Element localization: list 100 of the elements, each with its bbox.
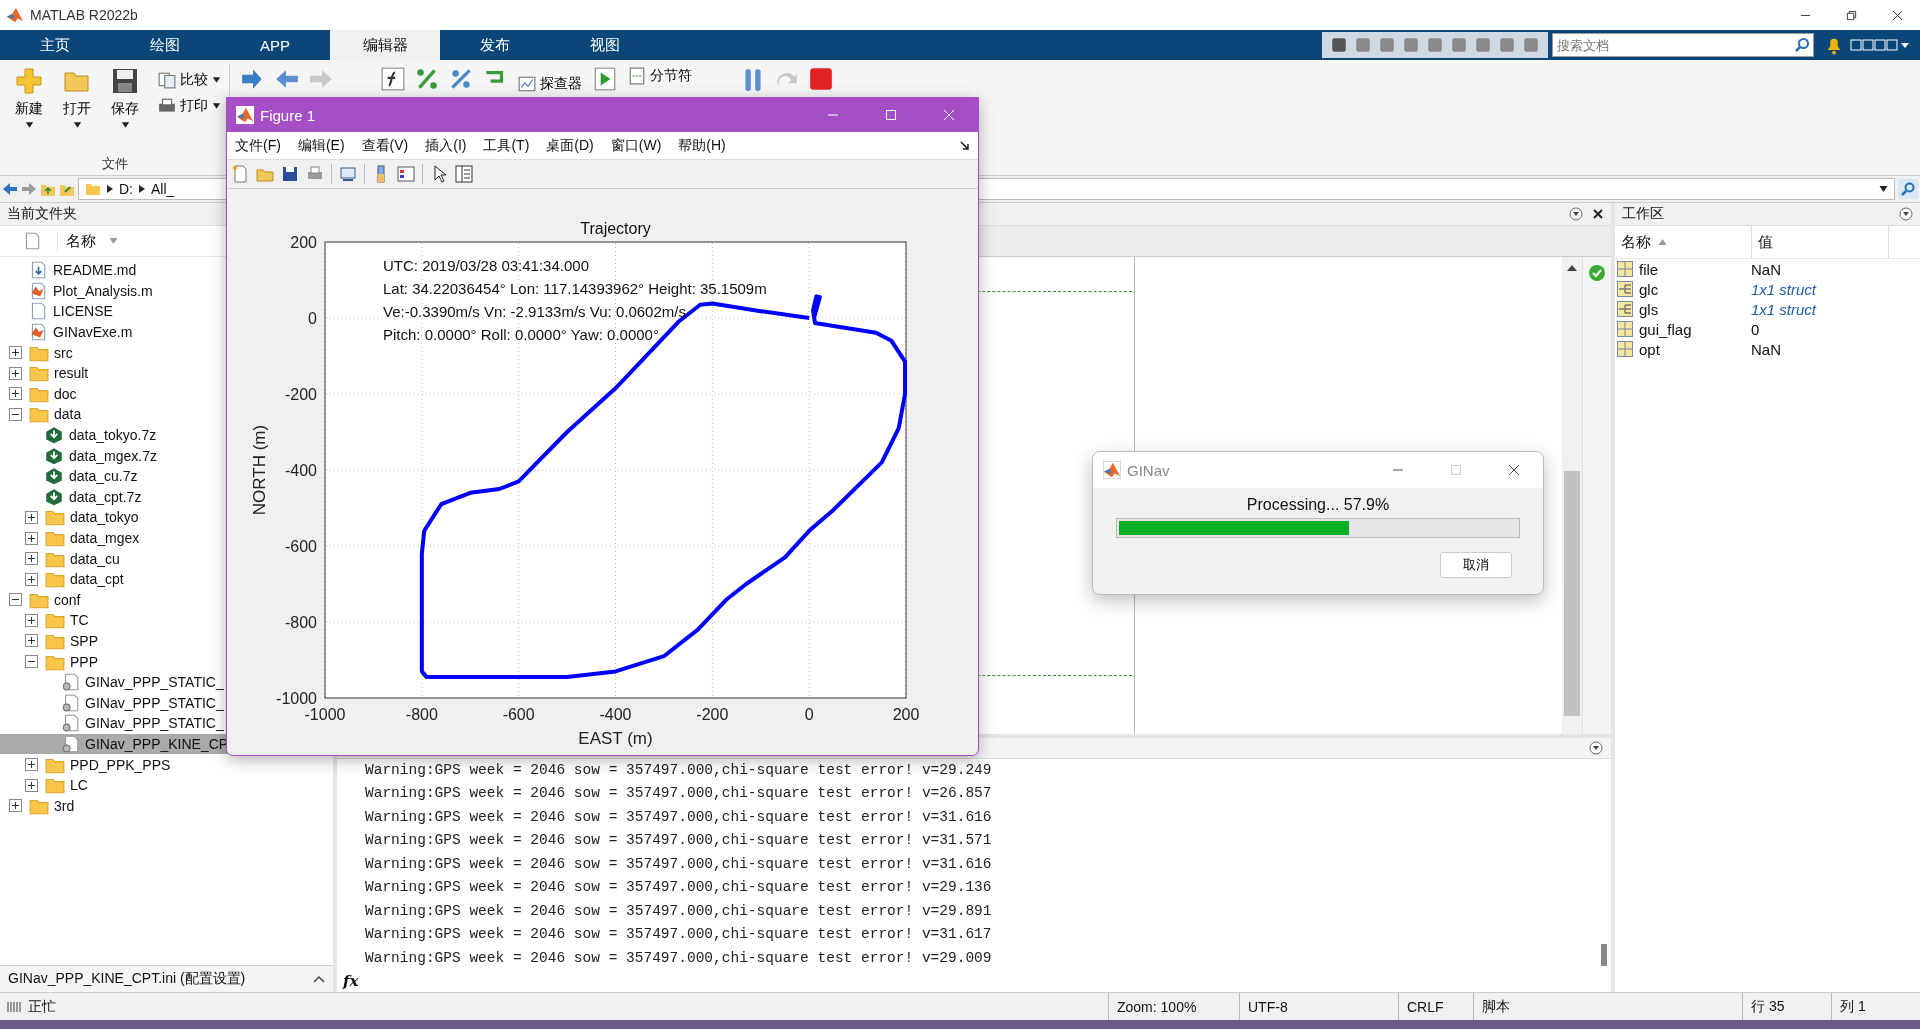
file-row[interactable]: GINav_PPP_STATIC_ xyxy=(0,692,228,714)
scrollbar-thumb[interactable] xyxy=(1564,470,1580,716)
toolbar-icon[interactable] xyxy=(1330,36,1348,54)
file-row[interactable]: src xyxy=(0,342,77,363)
expand-icon[interactable] xyxy=(25,758,38,772)
file-row[interactable]: SPP xyxy=(0,630,102,652)
close-icon[interactable] xyxy=(1891,9,1903,21)
close-icon[interactable] xyxy=(1508,464,1520,476)
profiler-button[interactable]: 探查器 xyxy=(516,74,584,94)
stop-icon[interactable] xyxy=(808,66,834,92)
ribbon-tab[interactable]: 编辑器 xyxy=(330,30,440,60)
search-icon[interactable] xyxy=(1898,179,1918,199)
legend-icon[interactable] xyxy=(397,165,415,183)
panel-menu-icon[interactable] xyxy=(1569,207,1583,221)
expand-icon[interactable] xyxy=(25,634,38,648)
file-row[interactable]: GINav_PPP_STATIC_ xyxy=(0,671,228,693)
menu-item[interactable]: 插入(I) xyxy=(425,136,467,155)
file-row[interactable]: conf xyxy=(0,589,85,611)
file-row[interactable]: PPD_PPK_PPS xyxy=(0,754,175,775)
expand-icon[interactable] xyxy=(25,778,38,792)
sort-icon[interactable] xyxy=(109,238,118,244)
menu-item[interactable]: 桌面(D) xyxy=(546,136,594,155)
dock-icon[interactable] xyxy=(960,140,970,151)
ribbon-tab[interactable]: 主页 xyxy=(0,30,110,60)
expand-icon[interactable] xyxy=(9,346,22,360)
file-row[interactable]: README.md xyxy=(0,260,141,281)
section-break-button[interactable]: 分节符 xyxy=(626,66,694,86)
column-header[interactable]: 名称 xyxy=(1615,226,1752,258)
run-section-icon[interactable] xyxy=(592,66,618,92)
open-button[interactable]: 打开 xyxy=(54,64,100,155)
ribbon-tab[interactable]: 绘图 xyxy=(110,30,220,60)
file-row[interactable]: data xyxy=(0,404,86,425)
variable-row[interactable]: opt NaN xyxy=(1615,339,1920,359)
file-row[interactable]: data_cu.7z xyxy=(0,465,142,487)
save-button[interactable]: 保存 xyxy=(102,64,148,155)
expand-icon[interactable] xyxy=(25,552,38,566)
variable-row[interactable]: gui_flag 0 xyxy=(1615,319,1920,339)
expand-icon[interactable] xyxy=(25,613,38,627)
file-row[interactable]: data_cu xyxy=(0,548,124,569)
expand-icon[interactable] xyxy=(25,510,38,524)
panel-menu-icon[interactable] xyxy=(1899,207,1913,221)
file-row[interactable]: Plot_Analysis.m xyxy=(0,280,157,302)
file-row[interactable]: LC xyxy=(0,774,92,796)
menu-item[interactable]: 文件(F) xyxy=(235,136,281,155)
menu-item[interactable]: 窗口(W) xyxy=(610,136,662,155)
dropdown-icon[interactable] xyxy=(1879,186,1888,192)
menu-item[interactable]: 帮助(H) xyxy=(678,136,726,155)
variable-row[interactable]: gls 1x1 struct xyxy=(1615,299,1920,319)
link-plot-icon[interactable] xyxy=(339,165,357,183)
maximize-icon[interactable] xyxy=(885,109,897,121)
panel-menu-icon[interactable] xyxy=(1589,740,1603,755)
column-header[interactable]: 名称 xyxy=(57,231,96,251)
scroll-up-icon[interactable] xyxy=(1567,265,1577,271)
variable-row[interactable]: glc 1x1 struct xyxy=(1615,279,1920,299)
cancel-button[interactable]: 取消 xyxy=(1440,552,1512,578)
path-segment[interactable]: D: xyxy=(119,181,133,197)
file-row[interactable]: data_mgex.7z xyxy=(0,445,161,466)
percent-icon[interactable] xyxy=(414,66,440,92)
restore-icon[interactable] xyxy=(1845,9,1857,21)
scrollbar-thumb[interactable] xyxy=(1601,944,1607,966)
expand-icon[interactable] xyxy=(9,387,22,401)
file-row[interactable]: TC xyxy=(0,610,93,631)
file-row[interactable]: data_tokyo.7z xyxy=(0,424,161,446)
new-button[interactable]: 新建 xyxy=(6,64,52,155)
search-field[interactable]: 搜索文档 xyxy=(1552,33,1814,57)
column-header[interactable]: 值 xyxy=(1752,226,1889,258)
menu-item[interactable]: 工具(T) xyxy=(483,136,530,155)
file-row[interactable]: data_tokyo xyxy=(0,507,143,528)
property-editor-icon[interactable] xyxy=(455,165,473,183)
file-row[interactable]: LICENSE xyxy=(0,301,117,322)
file-row[interactable]: doc xyxy=(0,383,81,405)
save-icon[interactable] xyxy=(281,165,299,183)
file-row[interactable]: result xyxy=(0,362,93,384)
path-segment[interactable]: All_ xyxy=(151,181,175,197)
account-menu-icon[interactable] xyxy=(1850,37,1910,53)
expand-icon[interactable] xyxy=(25,572,38,586)
collapse-icon[interactable] xyxy=(25,655,38,669)
expand-icon[interactable] xyxy=(25,531,38,545)
file-row[interactable]: data_mgex xyxy=(0,527,144,549)
ribbon-tab[interactable]: APP xyxy=(220,30,330,60)
ribbon-tab[interactable]: 视图 xyxy=(550,30,660,60)
file-row[interactable]: GINavExe.m xyxy=(0,321,137,343)
compare-button[interactable]: 比较 xyxy=(156,70,223,90)
search-icon[interactable] xyxy=(1794,37,1810,53)
uncomment-icon[interactable] xyxy=(448,66,474,92)
file-row[interactable]: PPP xyxy=(0,651,102,672)
file-row[interactable]: GINav_PPP_STATIC_ xyxy=(0,713,228,734)
print-button[interactable]: 打印 xyxy=(156,96,223,116)
file-row[interactable]: data_cpt.7z xyxy=(0,486,146,508)
variable-row[interactable]: file NaN xyxy=(1615,259,1920,279)
expand-up-icon[interactable] xyxy=(313,975,325,983)
menu-item[interactable]: 查看(V) xyxy=(361,136,409,155)
expand-icon[interactable] xyxy=(9,799,22,813)
collapse-icon[interactable] xyxy=(9,407,22,421)
function-icon[interactable] xyxy=(380,66,406,92)
collapse-icon[interactable] xyxy=(9,593,22,607)
ribbon-tab[interactable]: 发布 xyxy=(440,30,550,60)
menu-item[interactable]: 编辑(E) xyxy=(297,136,345,155)
close-icon[interactable] xyxy=(1591,207,1605,221)
file-row[interactable]: 3rd xyxy=(0,795,79,817)
